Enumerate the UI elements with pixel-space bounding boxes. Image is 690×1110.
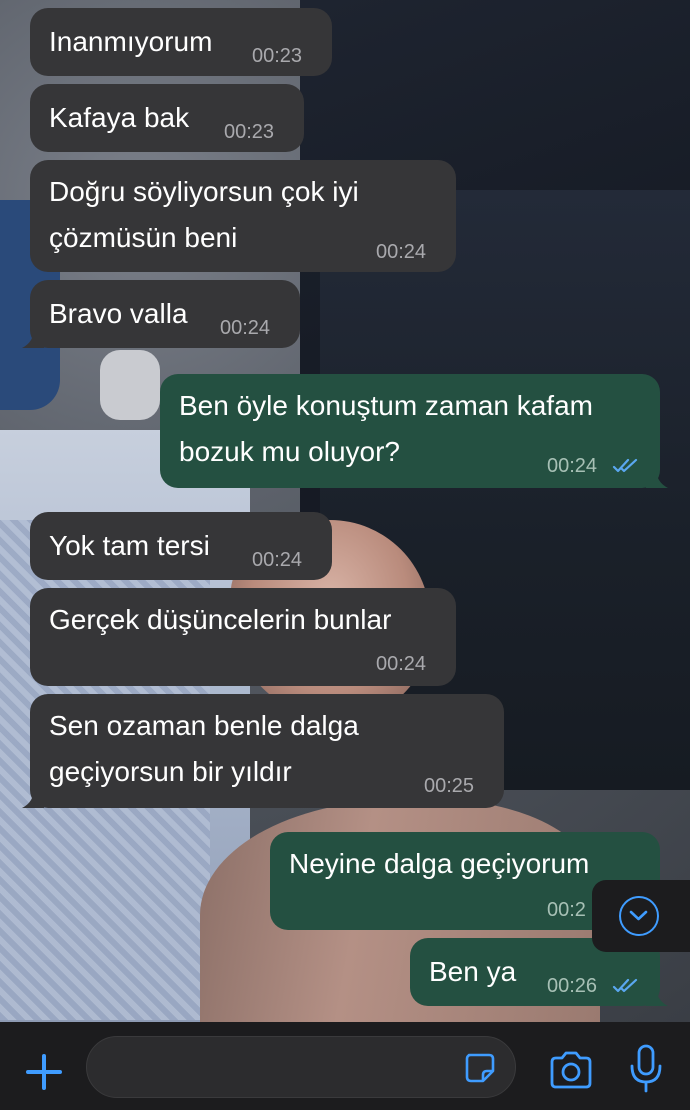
- message-input-container[interactable]: [86, 1036, 516, 1098]
- message-input[interactable]: [107, 1047, 451, 1089]
- double-check-icon: [612, 978, 638, 993]
- message-time: 00:23: [252, 45, 303, 67]
- message-text: Yok tam tersi: [49, 530, 210, 561]
- message-bubble-incoming[interactable]: Gerçek düşüncelerin bunlar 00:24: [30, 588, 456, 686]
- double-check-icon: [612, 458, 638, 473]
- plus-icon[interactable]: [24, 1052, 64, 1092]
- message-time: 00:2: [547, 899, 586, 921]
- message-time: 00:24: [220, 317, 271, 339]
- message-text: Kafaya bak: [49, 102, 190, 133]
- composer-bar: [0, 1022, 690, 1110]
- sticker-icon[interactable]: [463, 1051, 497, 1085]
- message-text: geçiyorsun bir yıldır: [49, 756, 292, 787]
- message-text: Sen ozaman benle dalga: [49, 710, 359, 741]
- message-text: Ben öyle konuştum zaman kafam: [179, 390, 593, 421]
- message-bubble-outgoing[interactable]: Ben öyle konuştum zaman kafam bozuk mu o…: [160, 374, 668, 488]
- bubble-tail: [22, 328, 44, 348]
- microphone-icon[interactable]: [628, 1044, 664, 1094]
- message-bubble-incoming[interactable]: Inanmıyorum 00:23: [30, 8, 332, 76]
- message-text: Gerçek düşüncelerin bunlar: [49, 604, 392, 635]
- bubble-tail: [646, 468, 668, 488]
- scroll-to-bottom-button[interactable]: [592, 880, 690, 952]
- message-bubble-incoming[interactable]: Bravo valla 00:24: [22, 280, 300, 348]
- message-time: 00:24: [376, 653, 427, 675]
- message-time: 00:23: [224, 121, 275, 143]
- message-time: 00:24: [376, 241, 427, 263]
- message-time: 00:25: [424, 775, 475, 797]
- message-text: Inanmıyorum: [49, 26, 213, 57]
- message-text: Ben ya: [429, 956, 517, 987]
- message-text: bozuk mu oluyor?: [179, 436, 401, 467]
- chevron-down-icon: [619, 896, 659, 936]
- message-bubble-incoming[interactable]: Doğru söyliyorsun çok iyi çözmüsün beni …: [30, 160, 456, 272]
- message-text: çözmüsün beni: [49, 222, 238, 253]
- message-text: Neyine dalga geçiyorum: [289, 848, 590, 879]
- message-time: 00:26: [547, 975, 598, 997]
- message-bubble-incoming[interactable]: Yok tam tersi 00:24: [30, 512, 332, 580]
- message-bubble-incoming[interactable]: Sen ozaman benle dalga geçiyorsun bir yı…: [22, 694, 504, 808]
- message-bubble-incoming[interactable]: Kafaya bak 00:23: [30, 84, 304, 152]
- message-text: Bravo valla: [49, 298, 188, 329]
- bubble-tail: [646, 986, 668, 1006]
- message-time: 00:24: [252, 549, 303, 571]
- camera-icon[interactable]: [548, 1050, 594, 1090]
- message-time: 00:24: [547, 455, 598, 477]
- bubble-tail: [22, 788, 44, 808]
- message-text: Doğru söyliyorsun çok iyi: [49, 176, 359, 207]
